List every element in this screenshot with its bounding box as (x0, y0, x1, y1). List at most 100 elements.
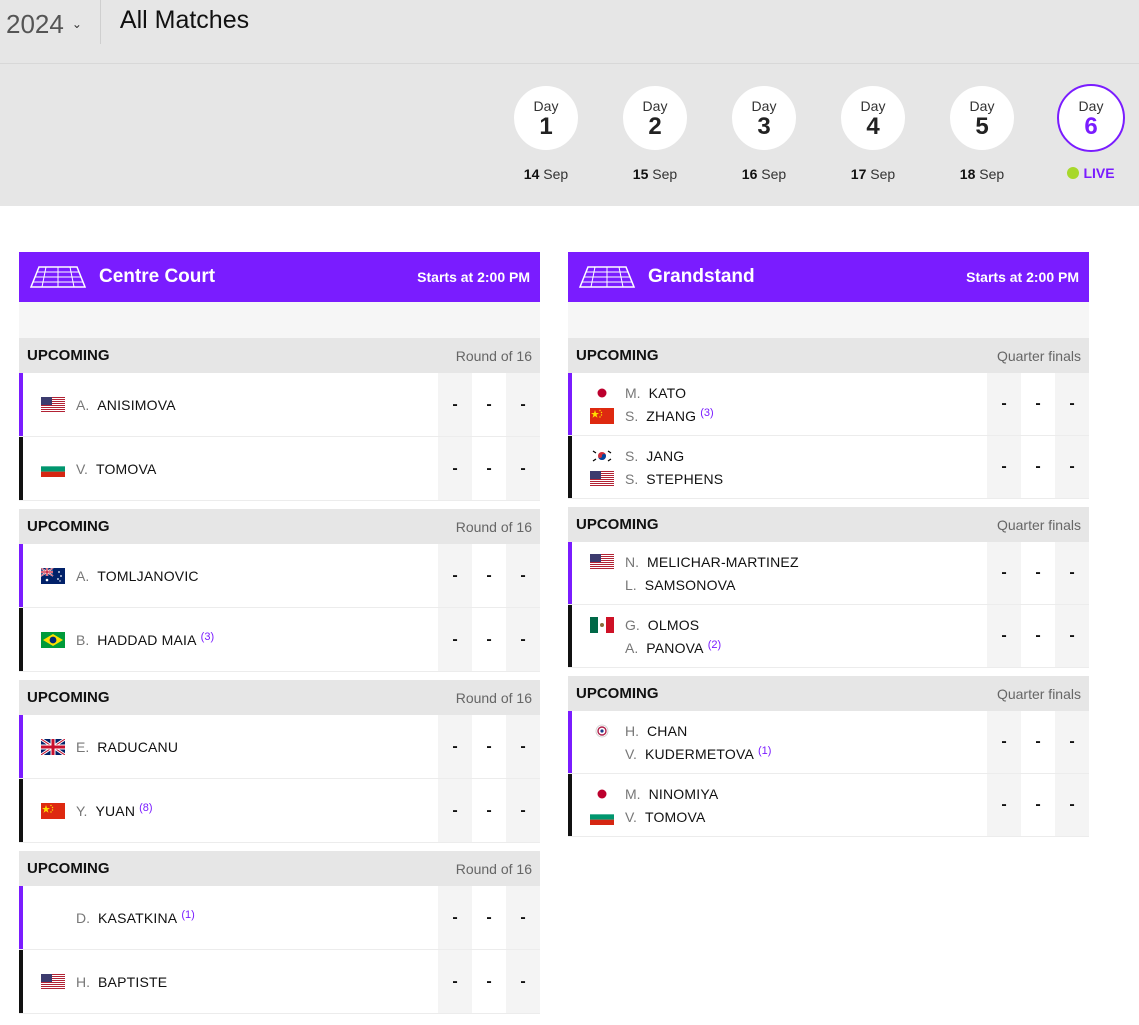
flag-bulgaria-icon (41, 460, 65, 477)
team-players: B. HADDAD MAIA (3) (23, 608, 438, 671)
set-score: - (472, 886, 506, 949)
player[interactable]: D. KASATKINA (1) (41, 906, 438, 929)
player-name: HADDAD MAIA (97, 631, 197, 648)
day-number: 2 (648, 113, 662, 140)
player[interactable]: V. KUDERMETOVA (1) (590, 742, 987, 765)
player-name: ANISIMOVA (97, 396, 176, 413)
player[interactable]: N. MELICHAR-MARTINEZ (590, 550, 987, 573)
player-initial: V. (625, 808, 637, 825)
player[interactable]: L. SAMSONOVA (590, 573, 987, 596)
year-selector[interactable]: 2024 ⌄ (0, 0, 82, 44)
player[interactable]: V. TOMOVA (41, 457, 438, 480)
team-row[interactable]: M. KATO S. ZHANG (3) --- (568, 373, 1089, 436)
day-date-number: 17 (850, 166, 867, 182)
court-spacer (568, 302, 1089, 338)
match-card[interactable]: UPCOMING Round of 16 A. TOMLJANOVIC --- … (19, 509, 540, 672)
player[interactable]: M. NINOMIYA (590, 782, 987, 805)
player[interactable]: E. RADUCANU (40, 735, 438, 758)
player-name: STEPHENS (646, 470, 724, 487)
match-card[interactable]: UPCOMING Round of 16 D. KASATKINA (1) --… (19, 851, 540, 1014)
player[interactable]: G. OLMOS (590, 613, 987, 636)
day-number: 3 (757, 113, 771, 140)
match-round: Quarter finals (996, 347, 1081, 364)
set-score: - (472, 608, 506, 671)
team-row[interactable]: V. TOMOVA --- (19, 437, 540, 501)
player[interactable]: A. ANISIMOVA (41, 393, 438, 416)
team-row[interactable]: Y. YUAN (8) --- (19, 779, 540, 843)
set-score: - (506, 779, 540, 842)
day-date-number: 16 (741, 166, 758, 182)
player-initial: S. (625, 447, 639, 464)
day-tab-1[interactable]: Day 1 14 Sep (512, 84, 580, 182)
flag-brazil-icon (41, 631, 65, 648)
player[interactable]: H. CHAN (590, 719, 987, 742)
player-name: RADUCANU (97, 738, 179, 755)
set-score: - (987, 774, 1021, 836)
top-bar: 2024 ⌄ All Matches (0, 0, 1139, 64)
match-card[interactable]: UPCOMING Round of 16 A. ANISIMOVA --- V.… (19, 338, 540, 501)
team-row[interactable]: M. NINOMIYA V. TOMOVA --- (568, 774, 1089, 837)
player-seed: (1) (181, 908, 195, 921)
player[interactable]: S. STEPHENS (590, 467, 987, 490)
team-players: H. BAPTISTE (23, 950, 438, 1013)
player[interactable]: A. TOMLJANOVIC (40, 564, 438, 587)
match-card[interactable]: UPCOMING Quarter finals H. CHAN V. KUDER… (568, 676, 1089, 837)
match-card[interactable]: UPCOMING Quarter finals N. MELICHAR-MART… (568, 507, 1089, 668)
player-name: CHAN (647, 722, 688, 739)
player[interactable]: B. HADDAD MAIA (3) (41, 628, 438, 651)
set-score: - (1021, 542, 1055, 604)
set-score: - (1055, 605, 1089, 667)
day-circle: Day 3 (730, 84, 798, 152)
day-tab-2[interactable]: Day 2 15 Sep (621, 84, 689, 182)
match-header: UPCOMING Round of 16 (19, 338, 540, 373)
match-card[interactable]: UPCOMING Round of 16 E. RADUCANU --- Y. … (19, 680, 540, 843)
set-score: - (1055, 774, 1089, 836)
court-name: Centre Court (99, 266, 216, 287)
team-row[interactable]: E. RADUCANU --- (19, 715, 540, 779)
team-row[interactable]: A. TOMLJANOVIC --- (19, 544, 540, 608)
player[interactable]: S. ZHANG (3) (590, 404, 987, 427)
flag-china-icon (590, 407, 614, 424)
team-players: S. JANG S. STEPHENS (572, 436, 987, 498)
team-row[interactable]: D. KASATKINA (1) --- (19, 886, 540, 950)
team-row[interactable]: H. BAPTISTE --- (19, 950, 540, 1014)
player[interactable]: A. PANOVA (2) (590, 636, 987, 659)
match-card[interactable]: UPCOMING Quarter finals M. KATO S. ZHANG… (568, 338, 1089, 499)
player[interactable]: Y. YUAN (8) (41, 799, 438, 822)
flag-placeholder (590, 640, 614, 656)
day-date-number: 15 (632, 166, 649, 182)
player-seed: (3) (700, 406, 714, 419)
player[interactable]: M. KATO (590, 381, 987, 404)
set-score: - (1021, 605, 1055, 667)
set-score: - (1021, 373, 1055, 435)
player-name: TOMOVA (644, 808, 706, 825)
match-header: UPCOMING Round of 16 (19, 851, 540, 886)
match-round: Quarter finals (996, 685, 1081, 702)
day-tab-3[interactable]: Day 3 16 Sep (730, 84, 798, 182)
day-date-number: 14 (523, 166, 540, 182)
team-row[interactable]: B. HADDAD MAIA (3) --- (19, 608, 540, 672)
team-row[interactable]: N. MELICHAR-MARTINEZ L. SAMSONOVA --- (568, 542, 1089, 605)
day-tab-5[interactable]: Day 5 18 Sep (948, 84, 1016, 182)
player[interactable]: H. BAPTISTE (41, 970, 438, 993)
player[interactable]: V. TOMOVA (590, 805, 987, 828)
day-circle: Day 1 (512, 84, 580, 152)
day-tab-4[interactable]: Day 4 17 Sep (839, 84, 907, 182)
team-row[interactable]: G. OLMOS A. PANOVA (2) --- (568, 605, 1089, 668)
team-row[interactable]: A. ANISIMOVA --- (19, 373, 540, 437)
flag-placeholder (41, 910, 65, 926)
day-tab-6[interactable]: Day 6 LIVE (1057, 84, 1125, 181)
team-row[interactable]: S. JANG S. STEPHENS --- (568, 436, 1089, 499)
match-status: UPCOMING (27, 518, 110, 535)
set-score: - (506, 373, 540, 436)
set-score: - (438, 715, 472, 778)
player-initial: L. (625, 576, 637, 593)
team-row[interactable]: H. CHAN V. KUDERMETOVA (1) --- (568, 711, 1089, 774)
score-cells: --- (438, 886, 540, 949)
set-score: - (472, 437, 506, 500)
day-circle: Day 6 (1057, 84, 1125, 152)
player[interactable]: S. JANG (590, 444, 987, 467)
set-score: - (1021, 711, 1055, 773)
score-cells: --- (438, 608, 540, 671)
player-initial: D. (76, 909, 90, 926)
